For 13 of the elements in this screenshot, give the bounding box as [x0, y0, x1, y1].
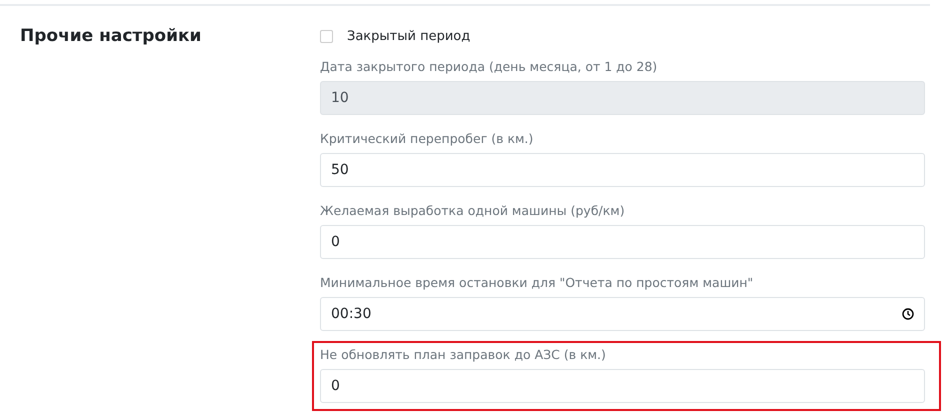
- field-label: Дата закрытого периода (день месяца, от 1 до 28): [320, 59, 658, 74]
- section-title: Прочие настройки: [19, 25, 202, 48]
- clock-icon: [902, 308, 914, 320]
- checkbox[interactable]: [320, 30, 333, 42]
- time-field[interactable]: 00:30: [320, 297, 925, 331]
- field-label: Желаемая выработка одной машины (руб/км): [320, 203, 626, 218]
- input-field[interactable]: 0: [320, 225, 925, 259]
- field-label: Не обновлять план заправок до АЗС (в км.): [320, 347, 607, 362]
- input-field[interactable]: 0: [320, 369, 925, 403]
- checkbox-label: Закрытый период: [347, 28, 470, 44]
- field-label: Минимальное время остановки для "Отчета по простоям машин": [320, 275, 754, 290]
- field-label: Критический перепробег (в км.): [320, 131, 534, 146]
- input-field[interactable]: 50: [320, 153, 925, 187]
